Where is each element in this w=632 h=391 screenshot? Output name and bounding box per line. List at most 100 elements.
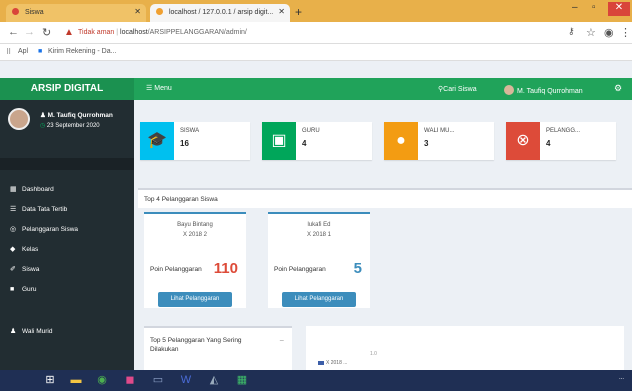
user-icon: ●: [384, 122, 418, 160]
user-name: M. Taufiq Qurrohman: [517, 88, 583, 95]
new-tab-button[interactable]: +: [295, 5, 302, 19]
chrome-icon[interactable]: ◉: [92, 372, 112, 389]
clock-icon: ◷: [40, 123, 47, 129]
sidebar-item-wali-murid[interactable]: ♟ Wali Murid: [0, 322, 134, 342]
brand-logo[interactable]: ARSIP DIGITAL: [0, 78, 134, 100]
tab-label: localhost / 127.0.0.1 / arsip digit...: [168, 9, 274, 16]
student-name: Bayu Bintang: [177, 222, 213, 228]
points-label: Poin Pelanggaran: [150, 266, 202, 273]
back-icon[interactable]: ←: [8, 26, 19, 38]
sidebar-item-siswa[interactable]: ✐ Siswa: [0, 260, 134, 280]
sidebar-separator: [0, 158, 134, 170]
avatar: [8, 108, 30, 130]
tool-icon[interactable]: ◭: [204, 372, 224, 389]
bookmark-apps[interactable]: Apl: [18, 48, 28, 55]
more-menu-icon[interactable]: ⋮: [620, 26, 631, 39]
monitor-icon[interactable]: ▭: [148, 372, 168, 389]
stat-box-2: ● WALI MU... 3: [384, 122, 494, 160]
url-host: localhost: [120, 29, 148, 36]
stat-box-0: 🎓 SISWA 16: [140, 122, 250, 160]
dashboard-icon: ▦: [10, 186, 17, 193]
frequent-violations-title: Top 5 Pelanggaran Yang Sering Dilakukan: [150, 337, 242, 353]
search-students-button[interactable]: ⚲Cari Siswa: [438, 85, 477, 93]
file-explorer-icon[interactable]: ▬: [66, 372, 86, 389]
sidebar-item-label: Pelanggaran Siswa: [22, 226, 79, 233]
close-tab-icon[interactable]: ✕: [278, 7, 285, 16]
stat-label: SISWA: [180, 128, 200, 134]
warning-icon[interactable]: ▲: [64, 27, 74, 38]
list-icon: ☰: [10, 206, 17, 213]
tab-siswa[interactable]: Siswa ✕: [6, 4, 146, 22]
tab-phpmyadmin[interactable]: localhost / 127.0.0.1 / arsip digit... ✕: [150, 4, 290, 22]
stat-label: WALI MU...: [424, 128, 455, 134]
sidebar-item-data-tata-tertib[interactable]: ☰ Data Tata Tertib: [0, 200, 134, 220]
bookmark-favicon-icon: ■: [38, 48, 43, 55]
chart-legend-label: X 2018 ...: [326, 360, 348, 366]
reload-icon[interactable]: ↻: [42, 26, 51, 39]
tag-icon: ◆: [10, 246, 16, 253]
student-class: X 2018 1: [306, 232, 332, 238]
stat-value: 4: [546, 139, 551, 148]
profile-icon[interactable]: ◉: [604, 26, 614, 39]
key-icon[interactable]: ⚷: [568, 26, 575, 37]
stat-box-3: ⊗ PELANGG... 4: [506, 122, 616, 160]
graduation-cap-icon: 🎓: [140, 122, 174, 160]
maximize-icon[interactable]: ▫: [592, 2, 596, 13]
address-bar: ← → ↻ ▲ Tidak aman | localhost/ARSIPPELA…: [0, 22, 632, 44]
student-class: X 2018 2: [182, 232, 208, 238]
stat-label: PELANGG...: [546, 128, 581, 134]
sidebar-item-label: Data Tata Tertib: [22, 206, 68, 213]
sidebar: ♟ M. Taufiq Qurrohman ◷ 23 September 202…: [0, 100, 134, 370]
windows-taskbar: ⊞ ▬ ◉ ◼ ▭ W ◭ ▦ ...: [0, 370, 632, 391]
hamburger-icon: ☰: [146, 85, 155, 92]
briefcase-icon: ■: [10, 286, 15, 293]
word-icon[interactable]: W: [176, 372, 196, 389]
sidebar-item-kelas[interactable]: ◆ Kelas: [0, 240, 134, 260]
gear-icon[interactable]: ⚙: [614, 83, 622, 94]
user-panel: ♟ M. Taufiq Qurrohman ◷ 23 September 202…: [0, 100, 134, 148]
sidebar-item-pelanggaran-siswa[interactable]: ◎ Pelanggaran Siswa: [0, 220, 134, 240]
system-tray[interactable]: ...: [619, 375, 624, 381]
stat-value: 4: [302, 139, 307, 148]
tab-favicon-icon: [12, 8, 19, 15]
teacher-board-icon: ▣: [262, 122, 296, 160]
apps-icon[interactable]: ⠿: [6, 48, 11, 56]
app-header: ARSIP DIGITAL ☰ Menu ⚲Cari Siswa M. Tauf…: [0, 78, 632, 100]
start-icon[interactable]: ⊞: [40, 372, 60, 389]
view-violations-button[interactable]: Lihat Pelanggaran: [282, 292, 356, 307]
pin-icon: ✐: [10, 266, 16, 273]
user-icon: ♟: [40, 112, 48, 119]
url-field[interactable]: Tidak aman | localhost/ARSIPPELANGGARAN/…: [78, 29, 247, 36]
close-window-icon[interactable]: ✕: [608, 2, 630, 16]
chart-legend-swatch: [318, 361, 324, 365]
violations-chart-box: [306, 326, 624, 376]
user-icon: ♟: [10, 328, 17, 335]
collapse-button[interactable]: −: [279, 336, 284, 345]
close-tab-icon[interactable]: ✕: [134, 7, 141, 16]
top-violations-header: Top 4 Pelanggaran Siswa: [138, 188, 632, 208]
forward-icon[interactable]: →: [24, 26, 35, 38]
excel-icon[interactable]: ▦: [232, 372, 252, 389]
menu-toggle-button[interactable]: ☰ Menu: [146, 84, 172, 92]
star-icon[interactable]: ☆: [586, 26, 596, 39]
stat-value: 3: [424, 139, 429, 148]
sidebar-item-guru[interactable]: ■ Guru: [0, 280, 134, 300]
user-menu[interactable]: M. Taufiq Qurrohman: [504, 85, 583, 95]
tab-label: Siswa: [24, 9, 44, 16]
points-label: Poin Pelanggaran: [274, 266, 326, 273]
bookmark-kirim[interactable]: Kirim Rekening - Da...: [48, 48, 116, 55]
student-name: lukafi Ed: [307, 222, 331, 228]
chart-tick-label: 1.0: [370, 351, 377, 357]
view-violations-button[interactable]: Lihat Pelanggaran: [158, 292, 232, 307]
minimize-icon[interactable]: –: [572, 2, 578, 13]
app-icon[interactable]: ◼: [120, 372, 140, 389]
sidebar-item-dashboard[interactable]: ▦ Dashboard: [0, 180, 134, 200]
violation-card: lukafi Ed X 2018 1 Poin Pelanggaran 5 Lihat …: [268, 212, 370, 308]
tab-favicon-icon: [156, 8, 163, 15]
points-value: 5: [353, 260, 362, 277]
stat-box-1: ▣ GURU 4: [262, 122, 372, 160]
sidebar-item-label: Dashboard: [22, 186, 54, 193]
bookmarks-bar: ⠿ Apl ■ Kirim Rekening - Da...: [0, 44, 632, 61]
sidebar-user-name: ♟ M. Taufiq Qurrohman: [40, 111, 113, 119]
sidebar-item-label: Wali Murid: [22, 328, 53, 335]
